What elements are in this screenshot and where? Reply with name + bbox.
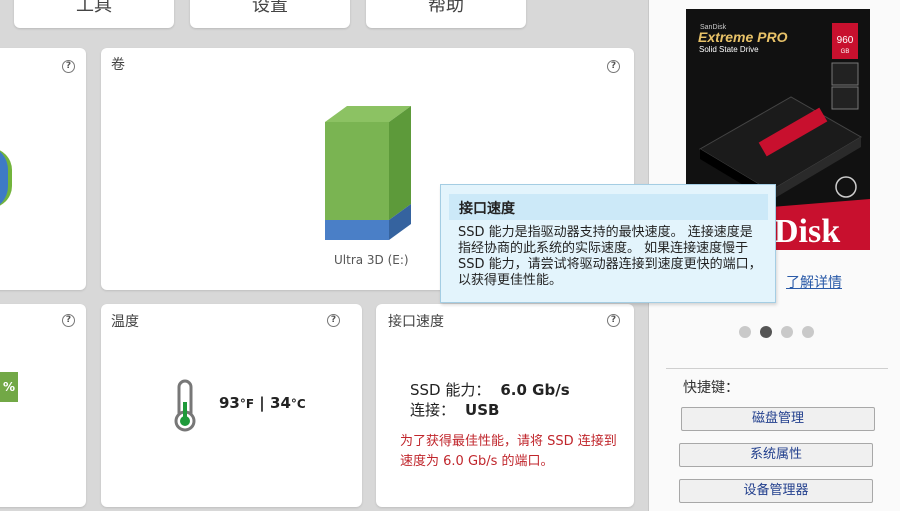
help-icon[interactable]: ? xyxy=(327,314,340,327)
product-capacity: 960 xyxy=(837,35,854,46)
volume-title: 卷 xyxy=(111,57,125,73)
learn-more-link[interactable]: 了解详情 xyxy=(786,272,842,292)
temp-celsius: 34 xyxy=(270,394,291,412)
help-icon[interactable]: ? xyxy=(62,314,75,327)
capacity-card: ? xyxy=(0,48,86,290)
help-icon[interactable]: ? xyxy=(62,60,75,73)
shortcuts-label: 快捷键： xyxy=(683,380,739,396)
temp-fahrenheit: 93 xyxy=(219,394,240,412)
temp-f-unit: °F xyxy=(239,397,255,411)
tab-settings-label: 设置 xyxy=(252,0,288,16)
tooltip-header: 接口速度 xyxy=(449,194,768,220)
carousel-dot-2[interactable] xyxy=(760,326,772,338)
connection-label: 连接： xyxy=(410,401,456,419)
carousel-dot-1[interactable] xyxy=(739,326,751,338)
ssd-capability-label: SSD 能力： xyxy=(410,381,491,399)
connection-value: USB xyxy=(465,401,500,419)
tab-help[interactable]: 帮助 xyxy=(366,0,526,28)
help-icon[interactable]: ? xyxy=(607,314,620,327)
tab-settings[interactable]: 设置 xyxy=(190,0,350,28)
temperature-readout: 93°F | 34°C xyxy=(219,394,306,412)
capacity-pie-chart xyxy=(0,148,12,208)
interface-title: 接口速度 xyxy=(388,314,444,330)
product-capacity-unit: GB xyxy=(841,49,850,55)
device-manager-button[interactable]: 设备管理器 xyxy=(679,479,873,503)
temperature-title: 温度 xyxy=(111,314,139,330)
temperature-card: 温度 ? 93°F | 34°C xyxy=(101,304,362,507)
ssd-capability-row: SSD 能力： 6.0 Gb/s xyxy=(410,379,570,400)
interface-speed-card: 接口速度 ? SSD 能力： 6.0 Gb/s 连接： USB 为了获得最佳性能，请… xyxy=(376,304,634,507)
system-properties-button[interactable]: 系统属性 xyxy=(679,443,873,467)
tooltip-body: SSD 能力是指驱动器支持的最快速度。 连接速度是指经协商的此系统的实际速度。 … xyxy=(458,225,762,288)
performance-warning: 为了获得最佳性能，请将 SSD 连接到速度为 6.0 Gb/s 的端口。 xyxy=(400,434,617,469)
shortcuts-divider xyxy=(666,368,888,369)
interface-speed-tooltip: 接口速度 SSD 能力是指驱动器支持的最快速度。 连接速度是指经协商的此系统的实… xyxy=(440,184,776,303)
tab-tools-label: 工具 xyxy=(76,0,112,16)
carousel-dot-3[interactable] xyxy=(781,326,793,338)
volume-usage-cylinder xyxy=(325,106,411,240)
health-percent-badge: % xyxy=(0,372,18,402)
health-card: ? % xyxy=(0,304,86,507)
tooltip-title: 接口速度 xyxy=(459,201,515,217)
help-icon[interactable]: ? xyxy=(607,60,620,73)
tab-help-label: 帮助 xyxy=(428,0,464,16)
carousel-dot-4[interactable] xyxy=(802,326,814,338)
ssd-capability-value: 6.0 Gb/s xyxy=(500,381,570,399)
product-model: Extreme PRO xyxy=(698,29,788,45)
temp-c-unit: °C xyxy=(290,397,306,411)
temp-separator: | xyxy=(254,394,271,412)
product-big-logo: Disk xyxy=(774,213,840,250)
disk-management-button[interactable]: 磁盘管理 xyxy=(681,407,875,431)
connection-row: 连接： USB xyxy=(410,399,499,420)
drive-label: Ultra 3D (E:) xyxy=(334,253,409,267)
thermometer-icon xyxy=(174,379,196,432)
product-subtitle: Solid State Drive xyxy=(699,45,759,54)
tab-tools[interactable]: 工具 xyxy=(14,0,174,28)
